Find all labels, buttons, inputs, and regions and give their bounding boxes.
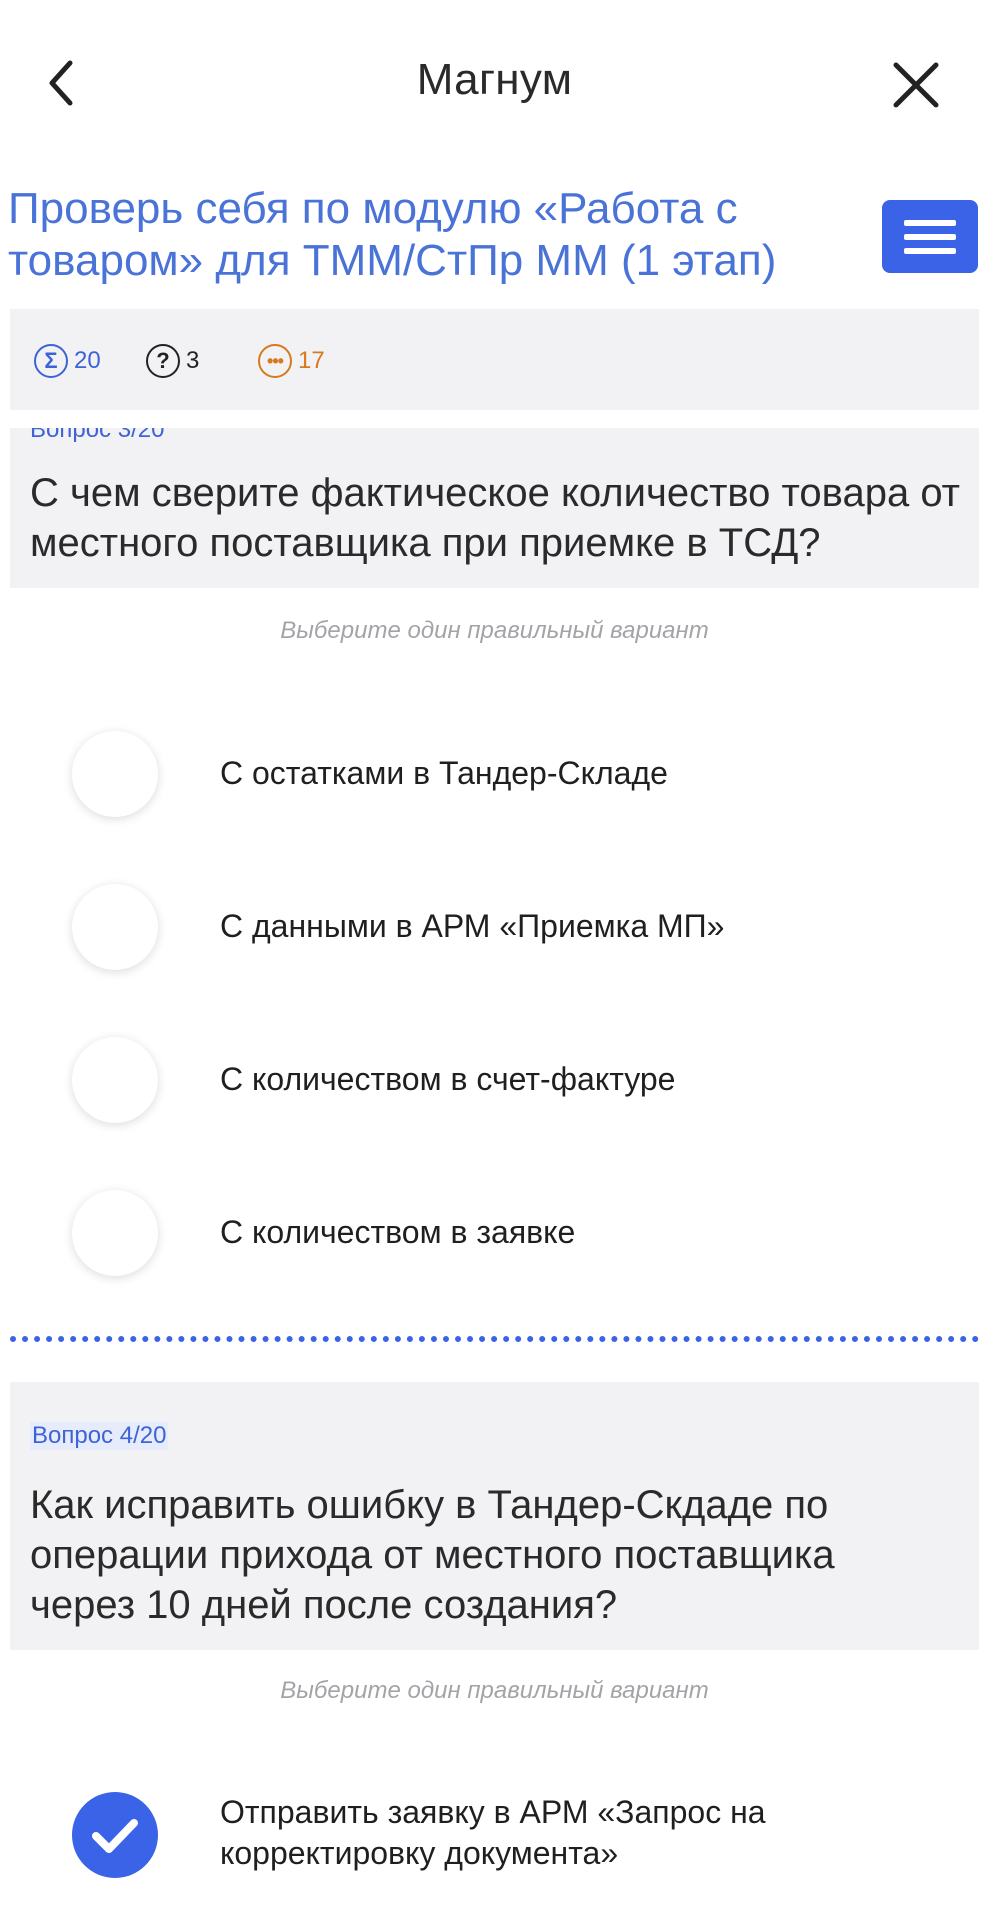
more-dots-icon: •••: [258, 344, 292, 378]
menu-button[interactable]: [882, 200, 978, 273]
question-number: Вопрос 4/20: [30, 1422, 169, 1450]
question-text: Как исправить ошибку в Тандер-Скдаде по …: [30, 1483, 835, 1627]
radio-button[interactable]: [72, 731, 158, 817]
answer-option-label: С остатками в Тандер-Складе: [220, 755, 668, 791]
sigma-icon: Σ: [34, 344, 68, 378]
answer-option[interactable]: С данными в АРМ «Приемка МП»: [0, 872, 989, 982]
stat-unanswered: ? 3: [146, 344, 199, 378]
stat-remaining: ••• 17: [258, 344, 325, 378]
stat-unanswered-value: 3: [186, 347, 200, 374]
top-bar: Магнум: [0, 0, 989, 165]
radio-button[interactable]: [72, 1190, 158, 1276]
answer-option[interactable]: Отправить заявку в АРМ «Запрос на коррек…: [0, 1780, 989, 1890]
checkmark-icon: [92, 1819, 138, 1853]
stat-total: Σ 20: [34, 344, 101, 378]
stats-bar: Σ 20 ? 3 ••• 17: [10, 309, 979, 410]
radio-button-checked[interactable]: [72, 1792, 158, 1878]
question-card-3: Вопрос 3/20 С чем сверите фактическое ко…: [10, 428, 979, 588]
module-title: Проверь себя по модулю «Работа с товаром…: [8, 184, 777, 285]
app-title: Магнум: [416, 55, 573, 104]
answer-hint: Выберите один правильный вариант: [280, 1677, 709, 1704]
answer-option-label: С количеством в счет-фактуре: [220, 1061, 676, 1097]
question-icon: ?: [146, 344, 180, 378]
question-text: С чем сверите фактическое количество тов…: [30, 471, 960, 565]
answer-option-label: С данными в АРМ «Приемка МП»: [220, 908, 725, 944]
close-button[interactable]: [888, 57, 944, 113]
radio-button[interactable]: [72, 1037, 158, 1123]
close-icon: [893, 62, 939, 108]
answer-option-label: Отправить заявку в АРМ «Запрос на коррек…: [220, 1794, 766, 1871]
question-divider: [10, 1336, 979, 1342]
stat-total-value: 20: [74, 347, 101, 374]
answer-option[interactable]: С количеством в счет-фактуре: [0, 1025, 989, 1135]
question-card-4: Вопрос 4/20 Как исправить ошибку в Танде…: [10, 1382, 979, 1650]
answer-option[interactable]: С количеством в заявке: [0, 1178, 989, 1288]
answer-option[interactable]: С остатками в Тандер-Складе: [0, 719, 989, 829]
answer-option-label: С количеством в заявке: [220, 1214, 576, 1250]
answer-hint: Выберите один правильный вариант: [280, 617, 709, 644]
radio-button[interactable]: [72, 884, 158, 970]
question-number: Вопрос 3/20: [30, 428, 165, 443]
stat-remaining-value: 17: [298, 347, 325, 374]
